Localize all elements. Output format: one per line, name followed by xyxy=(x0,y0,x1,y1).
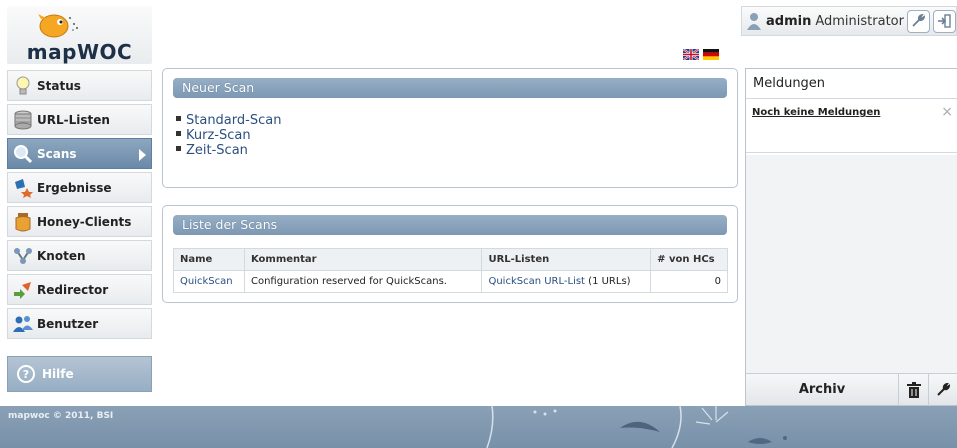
nav-label: Redirector xyxy=(37,282,109,297)
standard-scan-link[interactable]: Standard-Scan xyxy=(186,113,281,128)
archive-button[interactable]: Archiv xyxy=(746,382,898,397)
nav-item-honey-clients[interactable]: Honey-Clients xyxy=(7,206,152,237)
footer-copyright: mapwoc © 2011, BSI xyxy=(8,411,114,421)
nav-label: Scans xyxy=(37,146,77,161)
no-messages-text: Noch keine Meldungen xyxy=(752,107,881,118)
short-scan-link[interactable]: Kurz-Scan xyxy=(186,128,251,143)
logo[interactable]: mapWOC xyxy=(7,6,152,64)
nav-item-url-lists[interactable]: URL-Listen xyxy=(7,104,152,135)
redirect-arrows-icon xyxy=(13,280,33,300)
delete-button[interactable] xyxy=(898,373,928,406)
nav-label: URL-Listen xyxy=(37,112,110,127)
wrench-icon xyxy=(937,382,950,396)
magnifier-icon xyxy=(13,144,33,164)
cell-url-lists: QuickScan URL-List (1 URLs) xyxy=(481,270,652,293)
column-header-url-lists[interactable]: URL-Listen xyxy=(481,248,652,271)
cell-hc-count: 0 xyxy=(650,270,728,293)
user-name: admin xyxy=(766,13,812,29)
nav-item-nodes[interactable]: Knoten xyxy=(7,240,152,271)
help-button[interactable]: ? Hilfe xyxy=(7,356,152,392)
nodes-icon xyxy=(13,246,33,266)
column-header-hc-count[interactable]: # von HCs xyxy=(650,248,728,271)
table-header-row: Name Kommentar URL-Listen # von HCs xyxy=(173,248,728,271)
fish-logo-icon xyxy=(38,14,78,38)
messages-body xyxy=(746,155,957,373)
close-icon[interactable]: × xyxy=(941,104,953,120)
time-scan-link[interactable]: Zeit-Scan xyxy=(186,143,248,158)
lightbulb-icon xyxy=(13,76,33,96)
scans-table: Name Kommentar URL-Listen # von HCs Quic… xyxy=(173,248,728,293)
url-list-link[interactable]: QuickScan URL-List xyxy=(488,276,585,287)
users-icon xyxy=(13,314,33,334)
column-header-comment[interactable]: Kommentar xyxy=(243,248,483,271)
nav-item-results[interactable]: Ergebnisse xyxy=(7,172,152,203)
footer: mapwoc © 2011, BSI xyxy=(0,406,957,448)
help-label: Hilfe xyxy=(42,367,74,381)
cell-comment: Configuration reserved for QuickScans. xyxy=(243,270,483,293)
nav-item-status[interactable]: Status xyxy=(7,70,152,101)
german-flag-icon[interactable] xyxy=(703,49,719,60)
active-arrow-icon xyxy=(139,149,146,161)
new-scan-title: Neuer Scan xyxy=(173,78,727,98)
cell-name: QuickScan xyxy=(173,270,245,293)
list-item: Kurz-Scan xyxy=(176,128,281,143)
logo-text: mapWOC xyxy=(26,40,133,64)
logout-button[interactable] xyxy=(932,9,956,33)
footer-decoration xyxy=(486,406,787,448)
table-row: QuickScan Configuration reserved for Qui… xyxy=(173,270,728,293)
nav-label: Honey-Clients xyxy=(37,214,132,229)
messages-title: Meldungen xyxy=(746,69,957,99)
column-header-name[interactable]: Name xyxy=(173,248,245,271)
user-role: Administrator xyxy=(815,13,904,29)
url-count: (1 URLs) xyxy=(588,276,631,287)
nav-item-scans[interactable]: Scans xyxy=(7,138,152,169)
honeypot-icon xyxy=(13,212,33,232)
nav-item-users[interactable]: Benutzer xyxy=(7,308,152,339)
user-bar: admin Administrator xyxy=(741,6,957,36)
help-icon: ? xyxy=(17,365,35,383)
scan-list-panel: Liste der Scans Name Kommentar URL-Liste… xyxy=(162,205,738,303)
list-item: Standard-Scan xyxy=(176,113,281,128)
messages-list: Noch keine Meldungen × xyxy=(746,99,957,153)
messages-footer: Archiv xyxy=(746,373,957,406)
user-icon xyxy=(747,13,761,30)
new-scan-panel: Neuer Scan Standard-Scan Kurz-Scan Zeit-… xyxy=(162,68,738,188)
nav-label: Benutzer xyxy=(37,316,99,331)
results-icon xyxy=(13,178,33,198)
nav-label: Knoten xyxy=(37,248,86,263)
uk-flag-icon[interactable] xyxy=(683,49,699,60)
language-switcher xyxy=(683,49,719,60)
nav-label: Status xyxy=(37,78,81,93)
scan-list-title: Liste der Scans xyxy=(173,215,727,235)
nav-item-redirector[interactable]: Redirector xyxy=(7,274,152,305)
list-item: Zeit-Scan xyxy=(176,143,281,158)
wrench-icon xyxy=(912,14,926,27)
new-scan-list: Standard-Scan Kurz-Scan Zeit-Scan xyxy=(176,113,281,158)
messages-panel: Meldungen Noch keine Meldungen × Archiv xyxy=(745,68,957,406)
trash-icon xyxy=(906,381,921,398)
scan-name-link[interactable]: QuickScan xyxy=(180,276,233,287)
logout-icon xyxy=(938,14,952,28)
nav-label: Ergebnisse xyxy=(37,180,112,195)
settings-wrench-button[interactable] xyxy=(906,9,930,33)
database-icon xyxy=(13,110,33,130)
messages-settings-button[interactable] xyxy=(928,373,957,406)
sidebar: mapWOC Status URL-Listen Scans Ergebniss… xyxy=(0,0,154,406)
